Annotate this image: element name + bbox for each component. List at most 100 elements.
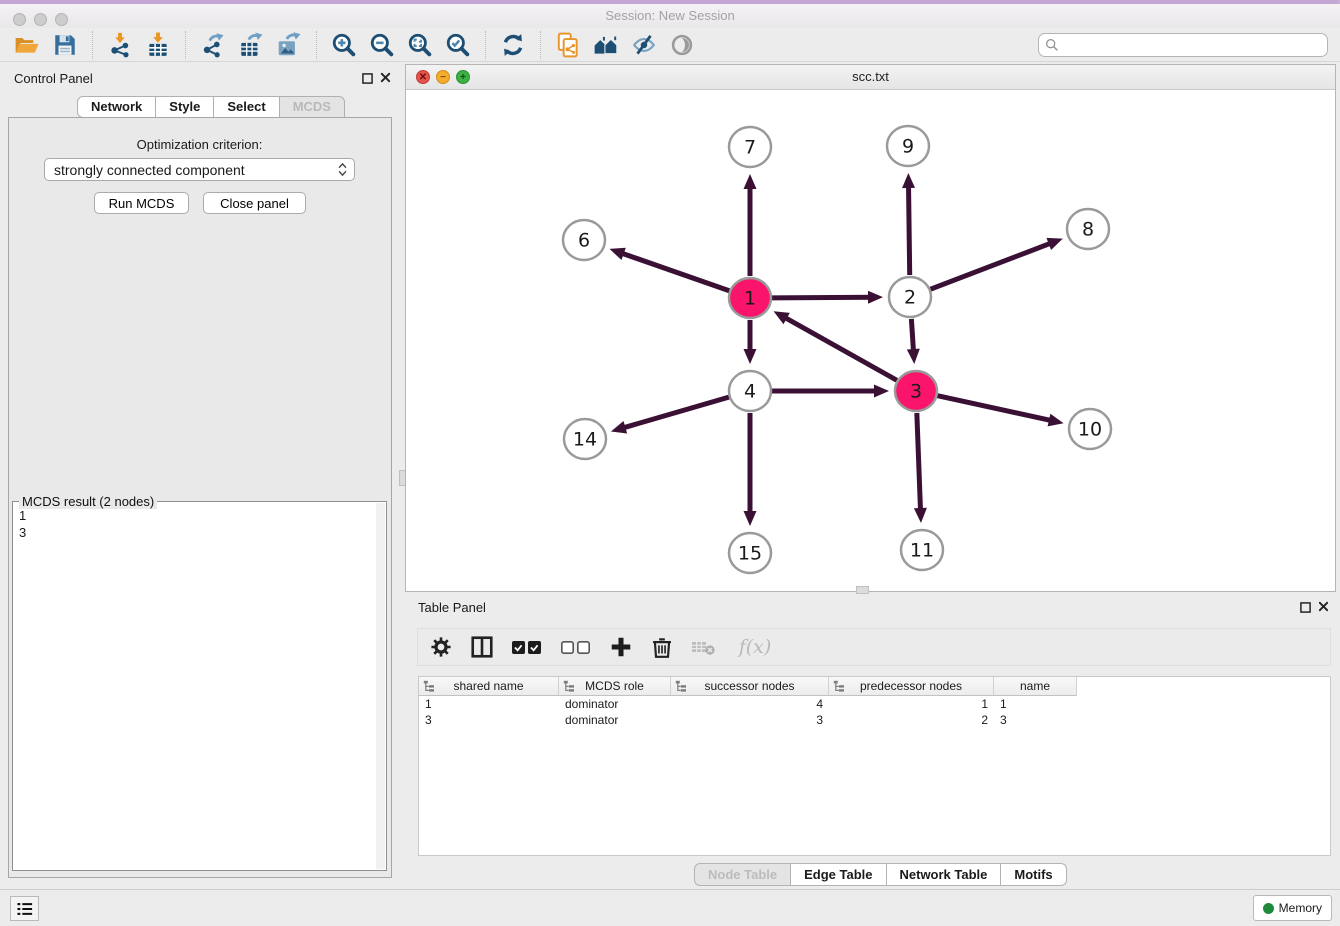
graph-node-9[interactable]: 9 [887,126,929,166]
graph-edge-3-1[interactable] [781,316,896,381]
close-window-button[interactable] [13,13,26,26]
task-history-button[interactable] [10,896,39,921]
graph-edge-arrowhead [609,248,625,260]
graph-edge-1-6[interactable] [618,252,729,291]
maximize-window-button[interactable] [55,13,68,26]
column-header-mcds-role[interactable]: MCDS role [559,677,671,696]
list-icon [16,901,34,917]
zoom-out-button[interactable] [363,30,401,60]
graph-node-15[interactable]: 15 [729,533,771,573]
graph-edge-arrowhead [611,421,627,433]
graph-node-label: 6 [578,230,590,252]
network-window-titlebar: ✕ − + scc.txt [406,65,1335,90]
table-row[interactable]: 3dominator323 [419,712,1330,728]
close-icon [1318,601,1329,612]
export-table-button[interactable] [232,30,270,60]
table-row[interactable]: 1dominator411 [419,696,1330,712]
graph-node-8[interactable]: 8 [1067,209,1109,249]
zoom-fit-button[interactable] [401,30,439,60]
tab-select[interactable]: Select [214,96,279,118]
import-network-button[interactable] [101,30,139,60]
mcds-result-text[interactable]: 1 3 [19,507,26,541]
graph-node-1[interactable]: 1 [729,278,771,318]
search-input[interactable] [1063,37,1321,54]
export-network-button[interactable] [194,30,232,60]
add-column-button[interactable] [608,634,634,660]
network-canvas[interactable]: 1 2 3 4 6 7 8 9 10 11 14 15 [406,90,1335,591]
delete-table-icon [691,637,719,657]
table-panel-close-button[interactable] [1316,601,1330,615]
export-image-button[interactable] [270,30,308,60]
import-table-button[interactable] [139,30,177,60]
graph-edge-3-10[interactable] [937,396,1054,422]
memory-button[interactable]: Memory [1253,895,1332,921]
network-maximize-button[interactable]: + [456,70,470,84]
horizontal-splitter-handle[interactable] [856,586,869,594]
tab-style[interactable]: Style [156,96,214,118]
network-graph[interactable]: 1 2 3 4 6 7 8 9 10 11 14 15 [406,90,1335,591]
graph-node-2[interactable]: 2 [889,277,931,317]
mcds-result-title: MCDS result (2 nodes) [19,494,157,509]
delete-column-button[interactable] [649,634,675,660]
graph-node-7[interactable]: 7 [729,127,771,167]
result-line: 3 [19,524,26,541]
zoom-selected-button[interactable] [439,30,477,60]
control-panel-close-button[interactable] [378,72,392,86]
graph-edge-1-2[interactable] [772,297,874,298]
select-all-columns-button[interactable] [510,634,544,660]
memory-label: Memory [1279,901,1322,915]
columns-icon [470,635,494,659]
column-label: successor nodes [704,679,794,693]
graph-node-label: 7 [744,137,756,159]
column-layout-button[interactable] [469,634,495,660]
close-icon [380,72,391,83]
graph-edge-2-9[interactable] [908,182,909,275]
criterion-dropdown[interactable]: strongly connected component [44,158,355,181]
control-panel-float-button[interactable] [360,73,374,87]
delete-table-button[interactable] [690,634,720,660]
tab-mcds[interactable]: MCDS [280,96,345,118]
graph-node-11[interactable]: 11 [901,530,943,570]
network-minimize-button[interactable]: − [436,70,450,84]
save-session-button[interactable] [46,30,84,60]
graph-node-3[interactable]: 3 [895,371,937,411]
show-home-button[interactable] [587,30,625,60]
graph-node-10[interactable]: 10 [1069,409,1111,449]
tab-node-table[interactable]: Node Table [694,863,791,886]
graph-node-14[interactable]: 14 [564,419,606,459]
graph-edge-2-8[interactable] [931,242,1055,289]
tab-network[interactable]: Network [77,96,156,118]
zoom-fit-icon [407,32,433,58]
table-settings-button[interactable] [428,634,454,660]
unchecked-checkboxes-icon [560,638,592,656]
zoom-in-button[interactable] [325,30,363,60]
tab-motifs[interactable]: Motifs [1001,863,1066,886]
function-builder-button[interactable]: f(x) [735,634,775,660]
graph-edge-3-11[interactable] [917,413,921,514]
graph-node-6[interactable]: 6 [563,220,605,260]
network-close-button[interactable]: ✕ [416,70,430,84]
graph-edge-4-14[interactable] [620,397,729,429]
table-panel-float-button[interactable] [1298,602,1312,616]
tab-network-table[interactable]: Network Table [887,863,1002,886]
show-graphics-button[interactable] [663,30,701,60]
criterion-value: strongly connected component [54,162,245,178]
minimize-window-button[interactable] [34,13,47,26]
eye-icon [669,32,695,58]
hide-graphics-button[interactable] [625,30,663,60]
copy-network-button[interactable] [549,30,587,60]
result-scrollbar[interactable] [376,503,385,869]
tab-edge-table[interactable]: Edge Table [791,863,886,886]
deselect-all-columns-button[interactable] [559,634,593,660]
open-file-button[interactable] [8,30,46,60]
run-mcds-button[interactable]: Run MCDS [94,192,189,214]
refresh-view-button[interactable] [494,30,532,60]
column-header-name[interactable]: name [994,677,1077,696]
graph-node-4[interactable]: 4 [729,371,771,411]
fx-icon: f(x) [739,636,772,658]
column-header-successor-nodes[interactable]: successor nodes [671,677,829,696]
search-field[interactable] [1038,33,1328,57]
column-header-shared-name[interactable]: shared name [419,677,559,696]
column-header-predecessor-nodes[interactable]: predecessor nodes [829,677,994,696]
close-panel-button[interactable]: Close panel [203,192,306,214]
